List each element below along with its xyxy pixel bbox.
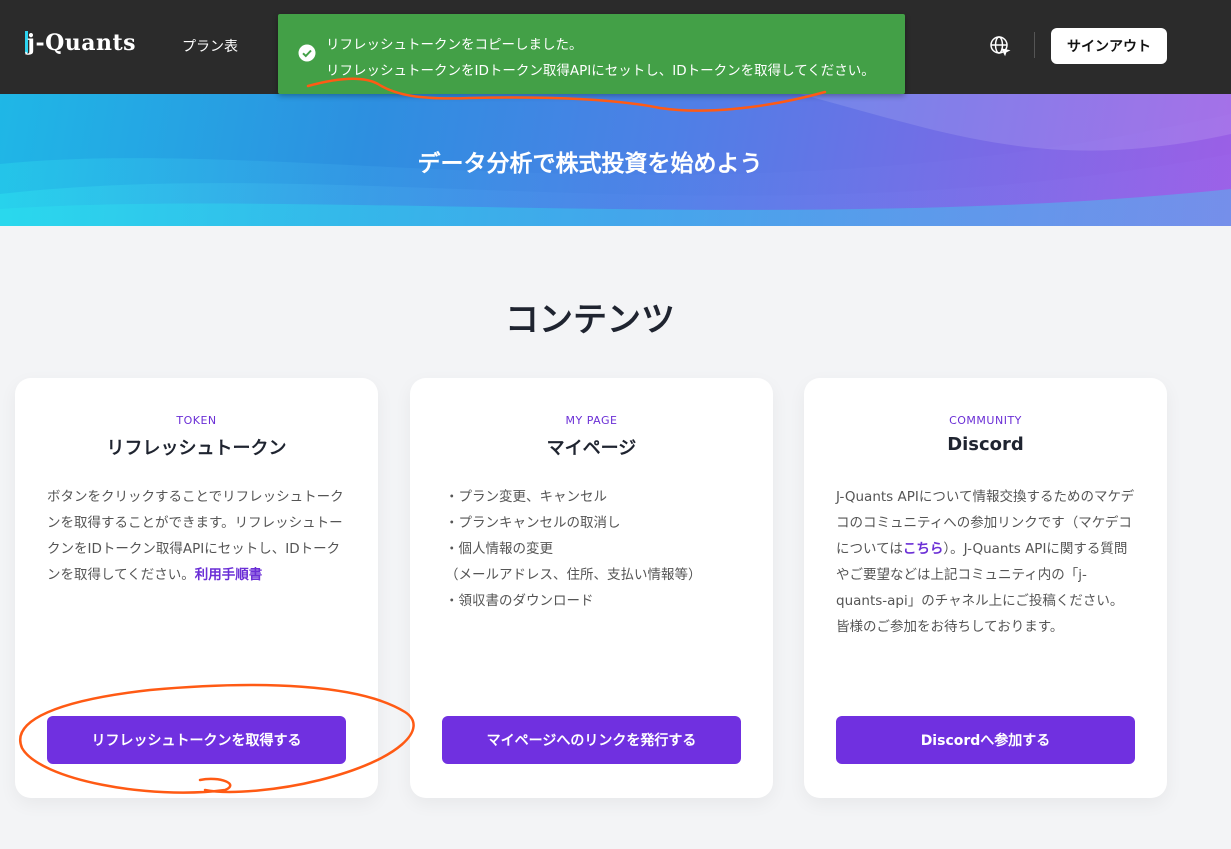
card-tag: MY PAGE: [565, 414, 618, 427]
signout-button[interactable]: サインアウト: [1051, 28, 1167, 64]
list-item: ・領収書のダウンロード: [445, 593, 594, 609]
list-item: ・個人情報の変更: [445, 541, 553, 557]
header-divider: [1034, 32, 1035, 58]
join-discord-button[interactable]: Discordへ参加する: [836, 716, 1135, 764]
issue-mypage-link-button[interactable]: マイページへのリンクを発行する: [442, 716, 741, 764]
toast-message-line1: リフレッシュトークンをコピーしました。: [326, 37, 583, 53]
success-toast: リフレッシュトークンをコピーしました。 リフレッシュトークンをIDトークン取得A…: [278, 14, 905, 94]
mypage-feature-list: ・プラン変更、キャンセル ・プランキャンセルの取消し ・個人情報の変更 （メール…: [445, 484, 745, 614]
card-community: COMMUNITY Discord J-Quants APIについて情報交換する…: [804, 378, 1167, 798]
hero-banner: データ分析で株式投資を始めよう: [0, 94, 1231, 226]
nav-plan-link[interactable]: プラン表: [182, 36, 238, 56]
card-mypage: MY PAGE マイページ ・プラン変更、キャンセル ・プランキャンセルの取消し…: [410, 378, 773, 798]
list-item: （メールアドレス、住所、支払い情報等）: [445, 567, 702, 583]
get-refresh-token-button[interactable]: リフレッシュトークンを取得する: [47, 716, 346, 764]
card-description: J-Quants APIについて情報交換するためのマケデコのコミュニティへの参加…: [836, 484, 1136, 640]
card-title: リフレッシュトークン: [106, 438, 287, 459]
logo-text: j-Quants: [27, 30, 137, 56]
globe-icon[interactable]: [989, 35, 1011, 57]
logo[interactable]: j-Quants: [25, 30, 136, 56]
section-title: コンテンツ: [505, 300, 675, 340]
hero-title: データ分析で株式投資を始めよう: [417, 151, 763, 177]
card-title: Discord: [947, 434, 1024, 455]
makedeco-link[interactable]: こちら: [903, 541, 944, 557]
card-title: マイページ: [546, 438, 637, 459]
card-token: TOKEN リフレッシュトークン ボタンをクリックすることでリフレッシュトークン…: [15, 378, 378, 798]
check-circle-icon: [298, 44, 316, 62]
card-tag: COMMUNITY: [949, 414, 1022, 427]
list-item: ・プランキャンセルの取消し: [445, 515, 621, 531]
usage-guide-link[interactable]: 利用手順書: [195, 567, 263, 583]
toast-message-line2: リフレッシュトークンをIDトークン取得APIにセットし、IDトークンを取得してく…: [326, 63, 875, 79]
card-tag: TOKEN: [176, 414, 217, 427]
card-description: ボタンをクリックすることでリフレッシュトークンを取得することができます。リフレッ…: [47, 484, 347, 588]
list-item: ・プラン変更、キャンセル: [445, 489, 607, 505]
